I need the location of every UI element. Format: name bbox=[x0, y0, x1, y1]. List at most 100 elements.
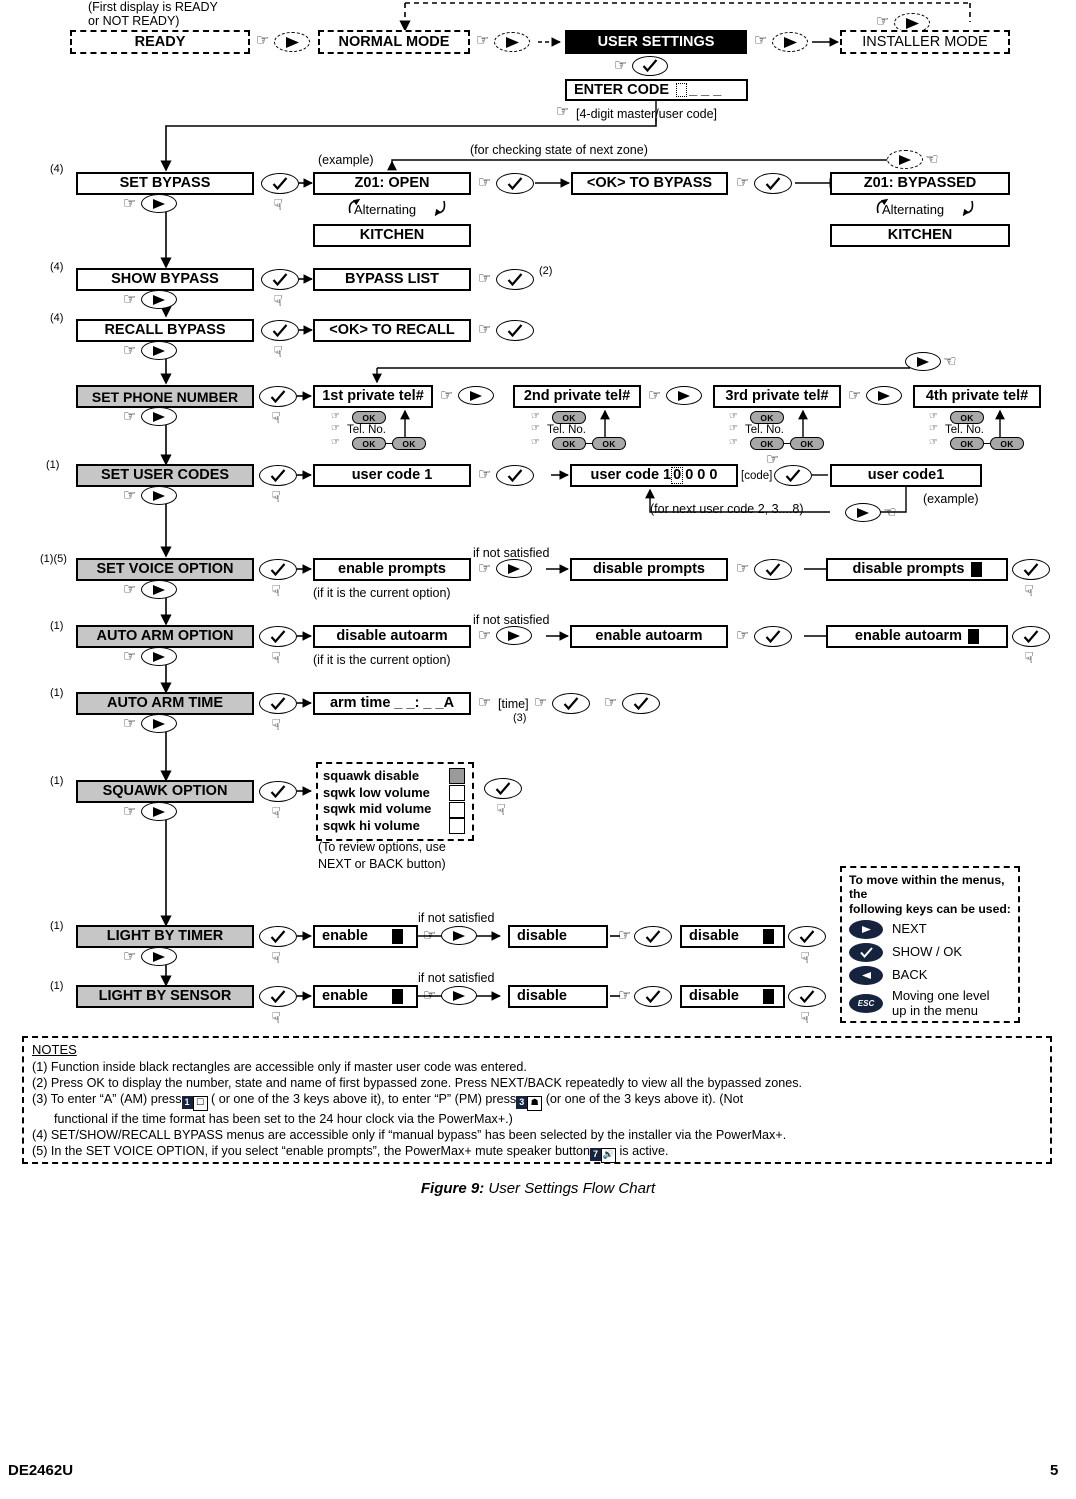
ok-key-show-bypass[interactable] bbox=[261, 269, 299, 290]
press-hand-icon-43: ☞ bbox=[729, 437, 738, 448]
light-sensor-disable-confirm-label: disable bbox=[689, 988, 739, 1005]
squawk-option-row-3[interactable]: sqwk hi volume bbox=[323, 818, 465, 835]
next-key-tel-1[interactable] bbox=[458, 386, 494, 405]
ok-key-user-code-1[interactable] bbox=[496, 465, 534, 486]
next-key-tel-loop[interactable] bbox=[905, 352, 941, 371]
ok-key-squawk-confirm[interactable] bbox=[484, 778, 522, 799]
ok-key-recall-confirm[interactable] bbox=[496, 320, 534, 341]
ok-key-voice-confirm[interactable] bbox=[754, 559, 792, 580]
menu-show-bypass[interactable]: SHOW BYPASS bbox=[76, 268, 254, 291]
ok-pill-2a[interactable]: OK bbox=[552, 411, 586, 424]
menu-squawk-option[interactable]: SQUAWK OPTION bbox=[76, 780, 254, 803]
menu-auto-arm-time[interactable]: AUTO ARM TIME bbox=[76, 692, 254, 715]
ok-key-bypass-confirm[interactable] bbox=[754, 173, 792, 194]
ok-pill-1c[interactable]: OK bbox=[392, 437, 426, 450]
squawk-option-row-1[interactable]: sqwk low volume bbox=[323, 785, 465, 802]
ok-pill-2b[interactable]: OK bbox=[552, 437, 586, 450]
press-hand-icon-4: ☞ bbox=[876, 12, 890, 30]
ok-key-light-timer-final[interactable] bbox=[788, 926, 826, 947]
next-key-3[interactable] bbox=[772, 32, 808, 52]
ok-pill-3a[interactable]: OK bbox=[750, 411, 784, 424]
display-enable-prompts: enable prompts bbox=[313, 558, 471, 581]
next-key-recall-bypass[interactable] bbox=[141, 341, 177, 360]
press-hand-icon-13: ☞ bbox=[123, 407, 137, 425]
ok-key-light-by-sensor[interactable] bbox=[259, 986, 297, 1007]
next-key-set-user-codes[interactable] bbox=[141, 486, 177, 505]
ok-key-set-voice-option[interactable] bbox=[259, 559, 297, 580]
next-key-tel-2[interactable] bbox=[666, 386, 702, 405]
menu-set-user-codes[interactable]: SET USER CODES bbox=[76, 464, 254, 487]
next-key-set-phone[interactable] bbox=[141, 407, 177, 426]
menu-note-squawk-option: (1) bbox=[50, 775, 64, 787]
squawk-checkbox-3[interactable] bbox=[449, 818, 465, 835]
ok-key-set-user-codes[interactable] bbox=[259, 465, 297, 486]
ok-key-autoarm-final[interactable] bbox=[1012, 626, 1050, 647]
squawk-option-row-0[interactable]: squawk disable bbox=[323, 768, 465, 785]
press-hand-icon-40: ☞ bbox=[648, 386, 662, 404]
squawk-checkbox-0[interactable] bbox=[449, 768, 465, 785]
ok-pill-4b[interactable]: OK bbox=[950, 437, 984, 450]
ok-key-zone-open[interactable] bbox=[496, 173, 534, 194]
ok-key-light-sensor-confirm[interactable] bbox=[634, 986, 672, 1007]
ok-key-auto-arm-time[interactable] bbox=[259, 693, 297, 714]
menu-set-voice-option[interactable]: SET VOICE OPTION bbox=[76, 558, 254, 581]
menu-set-bypass[interactable]: SET BYPASS bbox=[76, 172, 254, 195]
ok-key-light-sensor-final[interactable] bbox=[788, 986, 826, 1007]
ok-key-voice-final[interactable] bbox=[1012, 559, 1050, 580]
ok-pill-4a[interactable]: OK bbox=[950, 411, 984, 424]
ok-pill-3c[interactable]: OK bbox=[790, 437, 824, 450]
first-display-note-line1: (First display is READY bbox=[88, 0, 218, 14]
ok-key-recall-bypass[interactable] bbox=[261, 320, 299, 341]
next-key-voice[interactable] bbox=[496, 559, 532, 578]
ok-key-arm-time-1[interactable] bbox=[552, 693, 590, 714]
press-hand-icon-60: ☞ bbox=[604, 693, 618, 711]
ok-key-set-bypass[interactable] bbox=[261, 173, 299, 194]
next-key-light-sensor[interactable] bbox=[441, 986, 477, 1005]
ok-key-user-code-confirm[interactable] bbox=[774, 465, 812, 486]
next-key-squawk-option[interactable] bbox=[141, 802, 177, 821]
next-key-2[interactable] bbox=[494, 32, 530, 52]
squawk-option-row-2[interactable]: sqwk mid volume bbox=[323, 801, 465, 818]
next-key-auto-arm-option[interactable] bbox=[141, 647, 177, 666]
press-hand-icon-27: ☞ bbox=[267, 1010, 286, 1025]
squawk-checkbox-2[interactable] bbox=[449, 801, 465, 818]
esc-icon-label: ESC bbox=[857, 999, 875, 1009]
ok-pill-4c[interactable]: OK bbox=[990, 437, 1024, 450]
next-key[interactable] bbox=[274, 32, 310, 52]
next-key-set-bypass[interactable] bbox=[141, 194, 177, 213]
next-key-bypass-loop[interactable] bbox=[887, 150, 923, 169]
press-hand-icon-31: ☞ bbox=[478, 269, 492, 287]
display-arm-time: arm time _ _: _ _A bbox=[313, 692, 471, 715]
display-4th-private-tel: 4th private tel# bbox=[913, 385, 1041, 408]
squawk-checkbox-1[interactable] bbox=[449, 784, 465, 801]
ok-pill-3b[interactable]: OK bbox=[750, 437, 784, 450]
ok-pill-2c[interactable]: OK bbox=[592, 437, 626, 450]
next-key-auto-arm-time[interactable] bbox=[141, 714, 177, 733]
next-key-show-bypass[interactable] bbox=[141, 290, 177, 309]
ok-pill-1a[interactable]: OK bbox=[352, 411, 386, 424]
ok-key-squawk-option[interactable] bbox=[259, 781, 297, 802]
menu-recall-bypass[interactable]: RECALL BYPASS bbox=[76, 319, 254, 342]
ok-key-light-timer-confirm[interactable] bbox=[634, 926, 672, 947]
next-key-light-timer[interactable] bbox=[441, 926, 477, 945]
menu-light-by-timer[interactable]: LIGHT BY TIMER bbox=[76, 925, 254, 948]
ok-key-arm-time-2[interactable] bbox=[622, 693, 660, 714]
next-key-tel-3[interactable] bbox=[866, 386, 902, 405]
ok-key-autoarm-confirm[interactable] bbox=[754, 626, 792, 647]
next-key-set-voice-option[interactable] bbox=[141, 580, 177, 599]
ok-key-bypass-list[interactable] bbox=[496, 269, 534, 290]
ok-pill-1b[interactable]: OK bbox=[352, 437, 386, 450]
next-key-light-by-timer[interactable] bbox=[141, 947, 177, 966]
squawk-option-label-3: sqwk hi volume bbox=[323, 817, 420, 833]
ok-key-enter-code[interactable] bbox=[632, 56, 668, 76]
ok-key-auto-arm-option[interactable] bbox=[259, 626, 297, 647]
next-key-autoarm[interactable] bbox=[496, 626, 532, 645]
ok-key-light-by-timer[interactable] bbox=[259, 926, 297, 947]
next-key-user-code-loop[interactable] bbox=[845, 503, 881, 522]
menu-light-by-sensor[interactable]: LIGHT BY SENSOR bbox=[76, 985, 254, 1008]
squawk-review-hint-line1: (To review options, use bbox=[318, 840, 446, 854]
enable-autoarm-confirm-label: enable autoarm bbox=[854, 628, 963, 645]
menu-set-phone-number[interactable]: SET PHONE NUMBER bbox=[76, 385, 254, 408]
ok-key-set-phone[interactable] bbox=[259, 386, 297, 407]
menu-auto-arm-option[interactable]: AUTO ARM OPTION bbox=[76, 625, 254, 648]
